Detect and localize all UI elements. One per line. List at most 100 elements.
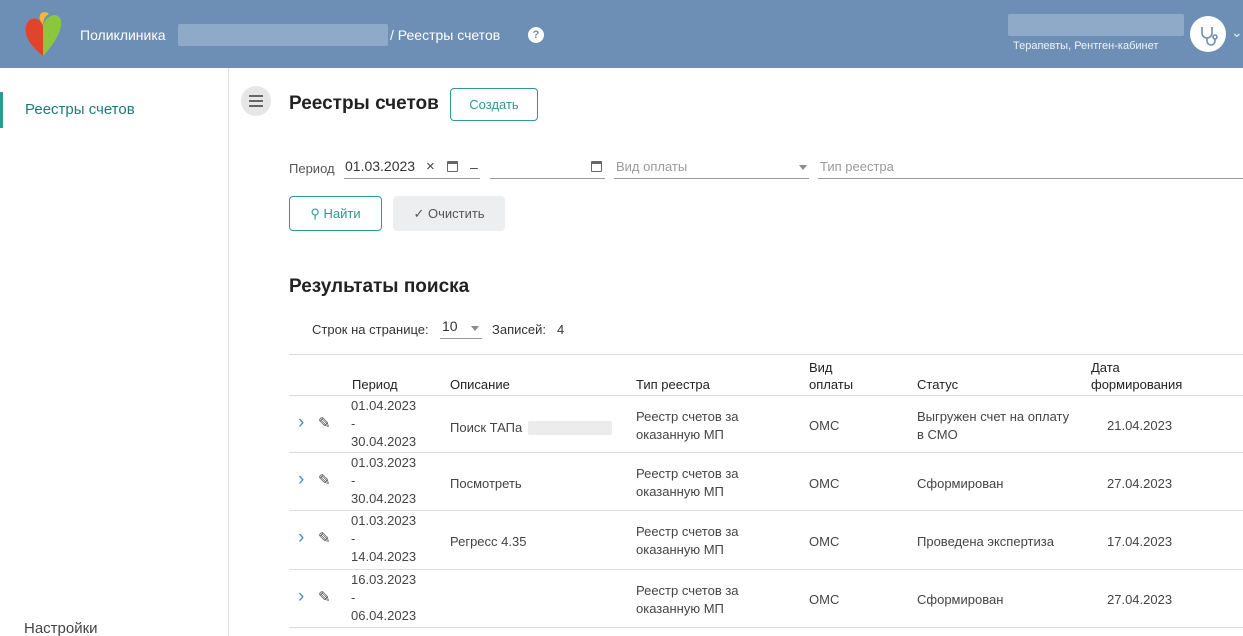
column-header-period[interactable]: Период [352, 377, 398, 393]
expand-row-icon[interactable]: › [298, 469, 304, 491]
cell-registry-type: Реестр счетов за [636, 466, 739, 481]
top-header: Поликлиника / Реестры счетов ? Терапевты… [0, 0, 1243, 68]
period-from-underline [344, 178, 480, 179]
column-header-description[interactable]: Описание [450, 377, 510, 393]
cell-registry-type: оказанную МП [636, 484, 724, 499]
chevron-down-icon[interactable]: ⌄ [1231, 24, 1243, 41]
calendar-icon[interactable] [591, 161, 602, 172]
period-label: Период [289, 161, 335, 176]
clear-button[interactable]: ✓ Очистить [393, 196, 505, 231]
find-button-label: Найти [323, 205, 361, 221]
cell-payment-type: ОМС [809, 418, 840, 433]
column-header-date[interactable]: Дата [1091, 360, 1120, 376]
period-separator: – [470, 159, 478, 175]
cell-period-to: 06.04.2023 [351, 608, 417, 623]
results-title: Результаты поиска [289, 276, 470, 297]
cell-payment-type: ОМС [809, 534, 840, 549]
edit-pencil-icon[interactable]: ✎ [318, 529, 331, 547]
chevron-down-icon[interactable] [471, 326, 479, 331]
cell-period-dash: - [351, 531, 356, 546]
table-top-border [289, 354, 1243, 355]
registry-type-underline [818, 178, 1243, 179]
menu-toggle-icon[interactable] [241, 86, 271, 116]
records-label: Записей: [492, 322, 546, 337]
cell-status: в СМО [917, 427, 958, 442]
edit-pencil-icon[interactable]: ✎ [318, 414, 331, 432]
page-title: Реестры счетов [289, 93, 439, 114]
cell-period-from: 01.03.2023 [351, 513, 417, 528]
column-header-payment-type[interactable]: оплаты [809, 377, 853, 393]
row-divider [289, 627, 1243, 628]
cell-period-from: 01.04.2023 [351, 398, 417, 413]
help-icon[interactable]: ? [528, 27, 544, 43]
sidebar: Реестры счетов Настройки [0, 68, 229, 636]
cell-registry-type: Реестр счетов за [636, 524, 739, 539]
cell-period-dash: - [351, 416, 356, 431]
column-header-registry-type[interactable]: Тип реестра [636, 377, 710, 393]
records-count: 4 [557, 322, 565, 337]
heart-logo-icon[interactable] [22, 10, 64, 58]
clinic-name-redacted [178, 24, 388, 46]
cell-description: Регресс 4.35 [450, 534, 527, 549]
rows-per-page-select[interactable]: 10 [442, 318, 458, 334]
cell-registry-type: Реестр счетов за [636, 583, 739, 598]
rows-per-page-label: Строк на странице: [312, 322, 429, 337]
clear-button-label: Очистить [427, 205, 485, 221]
period-to-input[interactable] [490, 178, 605, 179]
expand-row-icon[interactable]: › [298, 586, 304, 608]
create-button[interactable]: Создать [450, 88, 538, 121]
registry-type-select[interactable]: Тип реестра [820, 159, 894, 174]
cell-period-to: 30.04.2023 [351, 434, 417, 449]
cell-registry-type: оказанную МП [636, 542, 724, 557]
sidebar-item-label: Реестры счетов [25, 101, 135, 118]
row-divider [289, 569, 1243, 570]
cell-payment-type: ОМС [809, 592, 840, 607]
breadcrumb: / Реестры счетов [390, 27, 501, 43]
cell-period-to: 30.04.2023 [351, 491, 417, 506]
avatar[interactable] [1190, 16, 1226, 52]
user-role: Терапевты, Рентген-кабинет [1013, 40, 1159, 52]
cell-period-dash: - [351, 590, 356, 605]
calendar-icon[interactable] [447, 161, 458, 172]
period-from-input[interactable]: 01.03.2023 [345, 158, 415, 174]
edit-pencil-icon[interactable]: ✎ [318, 588, 331, 606]
cell-payment-type: ОМС [809, 476, 840, 491]
cell-status: Сформирован [917, 592, 1004, 607]
expand-row-icon[interactable]: › [298, 527, 304, 549]
column-header-payment-type[interactable]: Вид [809, 360, 833, 376]
cell-registry-type: Реестр счетов за [636, 409, 739, 424]
search-icon: ⚲ [310, 205, 320, 221]
sidebar-item-settings[interactable]: Настройки [24, 620, 98, 636]
broom-icon: ✓ [413, 205, 425, 221]
table-header-border [289, 395, 1243, 396]
edit-pencil-icon[interactable]: ✎ [318, 471, 331, 489]
cell-description: Поиск ТАПа [450, 420, 523, 435]
row-divider [289, 452, 1243, 453]
clear-date-icon[interactable]: × [426, 158, 435, 175]
expand-row-icon[interactable]: › [298, 412, 304, 434]
cell-period-from: 16.03.2023 [351, 572, 417, 587]
cell-registry-type: оказанную МП [636, 427, 724, 442]
cell-period-to: 14.04.2023 [351, 549, 417, 564]
cell-period-from: 01.03.2023 [351, 455, 417, 470]
column-header-status[interactable]: Статус [917, 377, 958, 393]
cell-period-dash: - [351, 473, 356, 488]
find-button[interactable]: ⚲ Найти [289, 196, 382, 231]
user-name-redacted [1008, 14, 1184, 36]
description-redacted [528, 421, 612, 435]
app-name: Поликлиника [80, 27, 166, 43]
cell-description: Посмотреть [450, 476, 522, 491]
cell-status: Проведена экспертиза [917, 534, 1054, 549]
chevron-down-icon[interactable] [799, 165, 807, 170]
column-header-date[interactable]: формирования [1091, 377, 1182, 393]
cell-date: 27.04.2023 [1107, 592, 1173, 607]
cell-status: Выгружен счет на оплату [917, 409, 1070, 424]
cell-date: 17.04.2023 [1107, 534, 1173, 549]
rows-per-page-underline [440, 338, 482, 339]
sidebar-item-registries[interactable]: Реестры счетов [0, 92, 228, 128]
payment-type-underline [614, 178, 809, 179]
row-divider [289, 510, 1243, 511]
stethoscope-icon [1201, 27, 1218, 46]
cell-date: 27.04.2023 [1107, 476, 1173, 491]
payment-type-select[interactable]: Вид оплаты [616, 159, 687, 174]
